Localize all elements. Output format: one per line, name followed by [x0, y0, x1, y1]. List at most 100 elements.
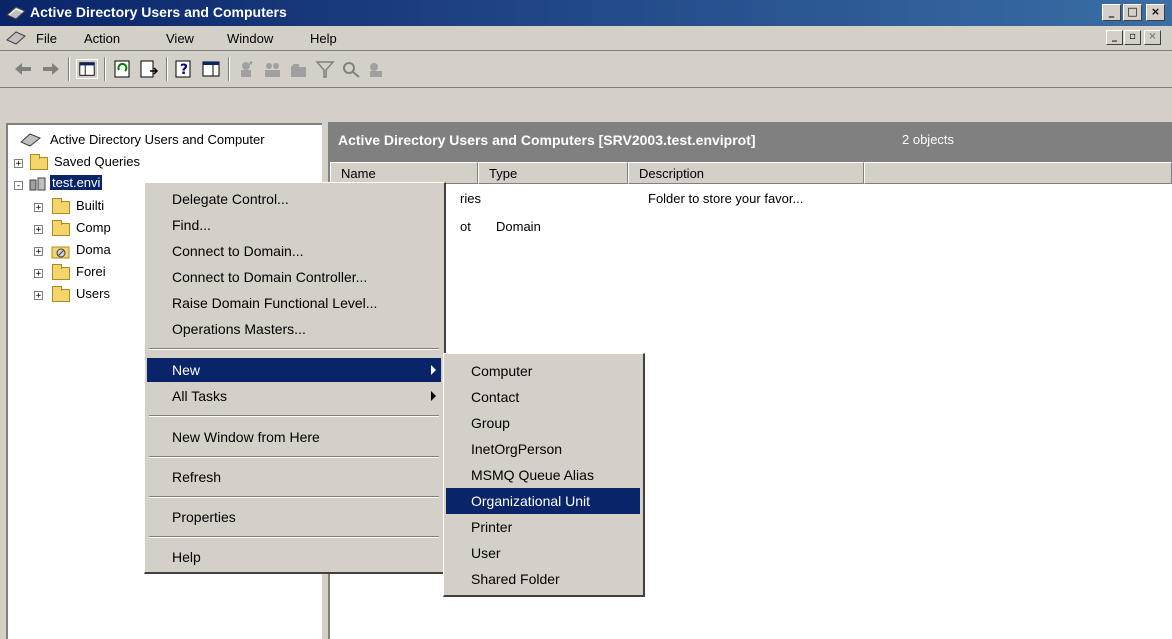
- expand-icon[interactable]: +: [34, 203, 43, 213]
- tree-item-label: Users: [76, 286, 110, 301]
- tree-item-builtin[interactable]: + Builti: [8, 197, 148, 217]
- tree-item-label: Saved Queries: [54, 154, 140, 169]
- child-restore-button[interactable]: ▫: [1124, 30, 1141, 45]
- tree-item-saved-queries[interactable]: + Saved Queries: [8, 153, 308, 173]
- submenu-arrow-icon: [431, 391, 436, 401]
- menu-item-help[interactable]: Help: [147, 545, 441, 569]
- toolbar-separator: [228, 57, 230, 81]
- expand-icon[interactable]: +: [34, 291, 43, 301]
- expand-icon[interactable]: +: [34, 225, 43, 235]
- svg-text:*: *: [249, 60, 253, 71]
- toolbar: ? *: [0, 51, 1172, 88]
- folder-icon: [52, 198, 70, 214]
- new-submenu[interactable]: Computer Contact Group InetOrgPerson MSM…: [443, 353, 645, 597]
- context-menu[interactable]: Delegate Control... Find... Connect to D…: [144, 182, 446, 574]
- menu-item-raise-domain-level[interactable]: Raise Domain Functional Level...: [147, 291, 441, 315]
- result-pane-title: Active Directory Users and Computers [SR…: [338, 132, 756, 148]
- menu-separator: [149, 456, 439, 458]
- menu-separator: [149, 496, 439, 498]
- minimize-button[interactable]: _: [1102, 4, 1121, 21]
- maximize-button[interactable]: □: [1123, 4, 1142, 21]
- tree-item-users[interactable]: + Users: [8, 285, 148, 305]
- menu-item-new-window[interactable]: New Window from Here: [147, 425, 441, 449]
- new-user-icon[interactable]: *: [236, 59, 258, 79]
- forward-arrow-icon[interactable]: [40, 59, 62, 79]
- result-pane-header: Active Directory Users and Computers [SR…: [328, 122, 1172, 162]
- tree-item-foreign-security[interactable]: + Forei: [8, 263, 148, 283]
- tree-item-label: Comp: [76, 220, 111, 235]
- child-close-button[interactable]: ×: [1144, 30, 1161, 45]
- menu-help[interactable]: Help: [310, 31, 337, 46]
- tree-item-domain-controllers[interactable]: + Doma: [8, 241, 148, 261]
- folder-icon: [30, 154, 48, 170]
- ad-users-icon: [20, 133, 41, 147]
- cell-name: ries: [460, 191, 481, 206]
- menu-item-properties[interactable]: Properties: [147, 505, 441, 529]
- menu-window[interactable]: Window: [227, 31, 273, 46]
- column-header-name[interactable]: Name: [330, 162, 478, 184]
- submenu-item-computer[interactable]: Computer: [446, 358, 640, 384]
- expand-icon[interactable]: +: [34, 247, 43, 257]
- toolbar-separator: [166, 57, 168, 81]
- refresh-icon[interactable]: [112, 59, 134, 79]
- help-icon[interactable]: ?: [174, 59, 196, 79]
- console-icon[interactable]: [6, 30, 26, 46]
- expand-icon[interactable]: +: [34, 269, 43, 279]
- menu-item-all-tasks-label: All Tasks: [172, 388, 227, 404]
- tree-item-label: test.envi: [50, 175, 103, 190]
- expand-icon[interactable]: +: [14, 159, 23, 169]
- menu-item-all-tasks[interactable]: All Tasks: [147, 384, 441, 408]
- window-title: Active Directory Users and Computers: [30, 4, 287, 20]
- new-ou-icon[interactable]: [288, 59, 310, 79]
- submenu-item-user[interactable]: User: [446, 540, 640, 566]
- title-bar[interactable]: Active Directory Users and Computers _ □…: [0, 0, 1172, 26]
- menu-item-operations-masters[interactable]: Operations Masters...: [147, 317, 441, 341]
- action-pane-icon[interactable]: [200, 59, 222, 79]
- ou-folder-icon: [51, 246, 70, 259]
- submenu-item-printer[interactable]: Printer: [446, 514, 640, 540]
- cell-description: Folder to store your favor...: [648, 191, 804, 206]
- submenu-item-group[interactable]: Group: [446, 410, 640, 436]
- menu-item-connect-to-domain[interactable]: Connect to Domain...: [147, 239, 441, 263]
- menu-item-refresh[interactable]: Refresh: [147, 465, 441, 489]
- column-header-filler: [864, 162, 1172, 184]
- menu-separator: [149, 415, 439, 417]
- folder-icon: [52, 286, 70, 302]
- menu-item-connect-to-dc[interactable]: Connect to Domain Controller...: [147, 265, 441, 289]
- export-list-icon[interactable]: [138, 59, 160, 79]
- find-icon[interactable]: [340, 59, 362, 79]
- menu-item-new[interactable]: New: [147, 358, 441, 382]
- toolbar-separator: [68, 57, 70, 81]
- column-header-description[interactable]: Description: [628, 162, 864, 184]
- folder-icon: [52, 264, 70, 280]
- close-button[interactable]: ×: [1146, 4, 1165, 21]
- menu-bar: File Action View Window Help _ ▫ ×: [0, 26, 1172, 51]
- submenu-item-msmq-queue-alias[interactable]: MSMQ Queue Alias: [446, 462, 640, 488]
- tree-item-label: Doma: [76, 242, 111, 257]
- tree-item-label: Builti: [76, 198, 105, 213]
- tree-item-label: Forei: [76, 264, 106, 279]
- child-minimize-button[interactable]: _: [1106, 30, 1123, 45]
- submenu-item-contact[interactable]: Contact: [446, 384, 640, 410]
- submenu-item-shared-folder[interactable]: Shared Folder: [446, 566, 640, 592]
- submenu-item-inetorgperson[interactable]: InetOrgPerson: [446, 436, 640, 462]
- filter-icon[interactable]: [314, 59, 336, 79]
- object-count: 2 objects: [902, 132, 955, 147]
- add-to-group-icon[interactable]: [366, 59, 388, 79]
- column-header-type[interactable]: Type: [478, 162, 628, 184]
- show-hide-console-tree-icon[interactable]: [76, 59, 98, 79]
- svg-text:?: ?: [180, 62, 188, 78]
- collapse-icon[interactable]: -: [14, 181, 23, 191]
- menu-view[interactable]: View: [166, 31, 194, 46]
- menu-item-delegate-control[interactable]: Delegate Control...: [147, 187, 441, 211]
- back-arrow-icon[interactable]: [12, 59, 34, 79]
- submenu-item-organizational-unit[interactable]: Organizational Unit: [446, 488, 640, 514]
- menu-item-find[interactable]: Find...: [147, 213, 441, 237]
- submenu-arrow-icon: [431, 365, 436, 375]
- toolbar-separator: [104, 57, 106, 81]
- menu-action[interactable]: Action: [84, 31, 120, 46]
- menu-file[interactable]: File: [36, 31, 57, 46]
- ad-users-app-icon: [6, 6, 26, 20]
- new-group-icon[interactable]: [262, 59, 284, 79]
- tree-item-computers[interactable]: + Comp: [8, 219, 148, 239]
